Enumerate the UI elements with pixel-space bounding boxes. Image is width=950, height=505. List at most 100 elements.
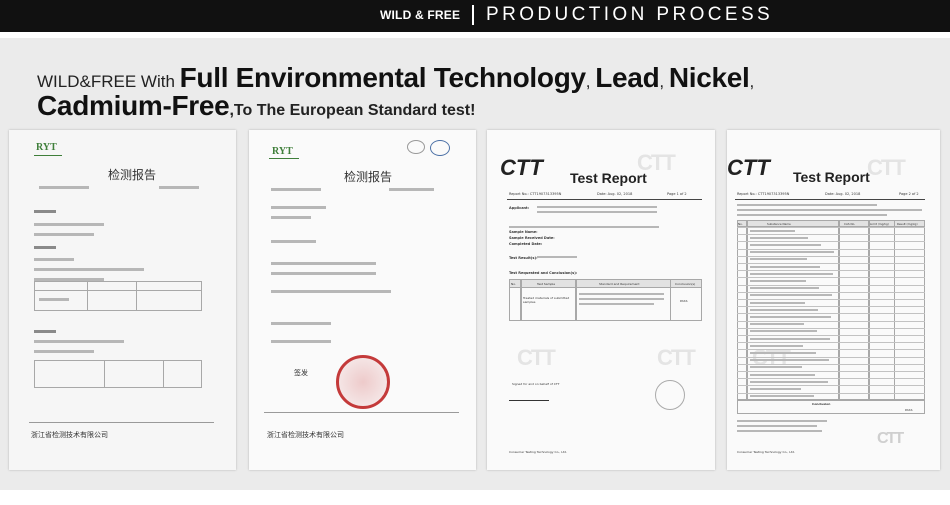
doc4-table-row-text bbox=[750, 229, 795, 232]
accreditation-mark bbox=[407, 140, 425, 154]
doc4-table-row-line bbox=[737, 320, 925, 322]
ctt-test-report-page-1: CTT CTT CTT CTT Test Report Report No.: … bbox=[487, 130, 715, 470]
doc4-table-row-text bbox=[750, 330, 817, 333]
doc4-table-row-text bbox=[750, 337, 830, 340]
doc4-table-row-line bbox=[737, 349, 925, 351]
doc4-table-row-line bbox=[737, 270, 925, 272]
doc2-logo: RYT bbox=[272, 146, 293, 157]
doc4-table-row-text bbox=[750, 308, 818, 311]
official-seal bbox=[336, 355, 390, 409]
doc4-table-row-text bbox=[750, 301, 805, 304]
doc3-row-3: Sample Received Date: bbox=[509, 236, 555, 240]
doc4-table-row-line bbox=[737, 306, 925, 308]
headline-line-2: Cadmium-Free,To The European Standard te… bbox=[37, 90, 917, 125]
headline-suffix: ,To The European Standard test! bbox=[229, 102, 476, 119]
doc3-row-2: Sample Name: bbox=[509, 230, 538, 234]
doc4-report-no: Report No.: CTT1907313395N bbox=[737, 192, 790, 196]
top-bar: WILD & FREE PRODUCTION PROCESS bbox=[0, 0, 950, 32]
headline-part-nickel: Nickel bbox=[668, 62, 750, 93]
doc2-footer: 浙江省检测技术有限公司 bbox=[267, 431, 344, 439]
headline-prefix: WILD&FREE With bbox=[37, 72, 180, 91]
doc4-table-row-text bbox=[750, 387, 801, 390]
doc4-table-row-line bbox=[737, 255, 925, 257]
doc4-title: Test Report bbox=[793, 169, 870, 185]
doc3-col-conclusion: Conclusion(s) bbox=[675, 282, 696, 286]
doc4-table-row-line bbox=[737, 227, 925, 228]
doc4-table-row-text bbox=[750, 380, 828, 383]
doc4-conclusion-value: PASS bbox=[905, 408, 913, 412]
doc1-footer: 浙江省检测技术有限公司 bbox=[31, 431, 108, 439]
doc3-row-item: Treated materials of submitted samples bbox=[523, 296, 570, 304]
doc1-title: 检测报告 bbox=[108, 168, 157, 182]
doc1-logo: RYT bbox=[36, 142, 57, 153]
doc4-table-row-line bbox=[737, 277, 925, 279]
doc4-col-cas: CAS No. bbox=[844, 222, 856, 226]
doc3-row-conclusion: PASS bbox=[680, 299, 688, 303]
doc3-row-1: Applicant: bbox=[509, 206, 530, 210]
doc4-table-row-line bbox=[737, 392, 925, 394]
doc2-sign-label: 签发 bbox=[294, 369, 308, 377]
doc4-table-row-line bbox=[737, 263, 925, 264]
doc3-date: Date: Aug. 02, 2018 bbox=[597, 192, 633, 196]
header-divider bbox=[472, 5, 474, 25]
doc4-table-row-text bbox=[750, 366, 802, 369]
doc4-table-row-text bbox=[750, 373, 815, 376]
doc3-watermark-seal bbox=[655, 380, 685, 410]
doc3-title: Test Report bbox=[570, 170, 647, 186]
doc4-conclusion-label: Conclusion bbox=[812, 402, 831, 406]
doc4-table-row-text bbox=[750, 294, 832, 297]
doc4-date: Date: Aug. 02, 2018 bbox=[825, 192, 861, 196]
doc4-table-row-line bbox=[737, 284, 925, 286]
headline-sep-3: , bbox=[749, 72, 755, 91]
doc4-table-row-line bbox=[737, 385, 925, 387]
headline-part-environmental: Full Environmental Technology bbox=[179, 62, 586, 93]
doc4-table-row-text bbox=[750, 258, 807, 261]
headline-part-lead: Lead bbox=[595, 62, 660, 93]
doc3-signed: Signed for and on behalf of CTT bbox=[512, 382, 560, 386]
doc4-table-row-text bbox=[750, 351, 816, 354]
doc4-table-row-text bbox=[750, 251, 834, 254]
doc4-table-row-line bbox=[737, 313, 925, 315]
doc4-table-row-line bbox=[737, 299, 925, 300]
headline-part-cadmium: Cadmium-Free bbox=[37, 90, 230, 121]
doc4-table-row-text bbox=[750, 315, 831, 318]
section-title: PRODUCTION PROCESS bbox=[486, 4, 774, 25]
brand-name: WILD & FREE bbox=[380, 8, 461, 22]
ilac-mark bbox=[430, 140, 450, 156]
doc4-table-row-text bbox=[750, 287, 819, 290]
doc3-logo: CTT bbox=[500, 155, 543, 180]
doc3-col-item: Test Sample bbox=[537, 282, 556, 286]
doc4-table-row-line bbox=[737, 248, 925, 250]
doc3-section-2: Test Requested and Conclusion(s): bbox=[509, 271, 578, 275]
doc3-company: Consumer Testing Technology Co., Ltd. bbox=[509, 450, 567, 454]
doc4-logo: CTT bbox=[727, 155, 770, 180]
doc3-row-4: Completed Date: bbox=[509, 242, 543, 246]
doc4-page: Page 2 of 2 bbox=[899, 192, 919, 196]
doc3-section-1: Test Result(s): bbox=[509, 256, 538, 260]
doc4-table-row-line bbox=[737, 342, 925, 344]
doc4-table-row-text bbox=[750, 272, 833, 275]
doc3-col-no: No. bbox=[511, 282, 516, 286]
doc4-col-no: No. bbox=[738, 222, 743, 226]
doc4-table-row-text bbox=[750, 359, 829, 362]
doc4-table-row-text bbox=[750, 395, 814, 398]
doc4-col-result: Result (mg/kg) bbox=[897, 222, 918, 226]
doc4-table-row-text bbox=[750, 265, 820, 268]
doc4-table-row-text bbox=[750, 323, 804, 326]
doc2-title: 检测报告 bbox=[344, 170, 393, 184]
doc4-table-row-text bbox=[750, 344, 803, 347]
certificate-image-2: RYT 检测报告 签发 浙江省检测技术有限公司 bbox=[249, 130, 476, 470]
doc4-col-limit: Limit (mg/kg) bbox=[870, 222, 889, 226]
doc3-report-no: Report No.: CTT1907313395N bbox=[509, 192, 562, 196]
doc4-table-row-line bbox=[737, 356, 925, 358]
doc4-table-row-line bbox=[737, 378, 925, 380]
doc4-table-row-line bbox=[737, 335, 925, 336]
headline-sep-1: , bbox=[585, 72, 596, 91]
doc3-page: Page 1 of 2 bbox=[667, 192, 687, 196]
doc4-table-row-line bbox=[737, 241, 925, 243]
doc3-col-standard: Standard and Requirement bbox=[599, 282, 640, 286]
doc4-table-row-line bbox=[737, 291, 925, 293]
headline-sep-2: , bbox=[659, 72, 669, 91]
doc4-table-row-text bbox=[750, 236, 808, 239]
doc4-table-row-line bbox=[737, 327, 925, 329]
